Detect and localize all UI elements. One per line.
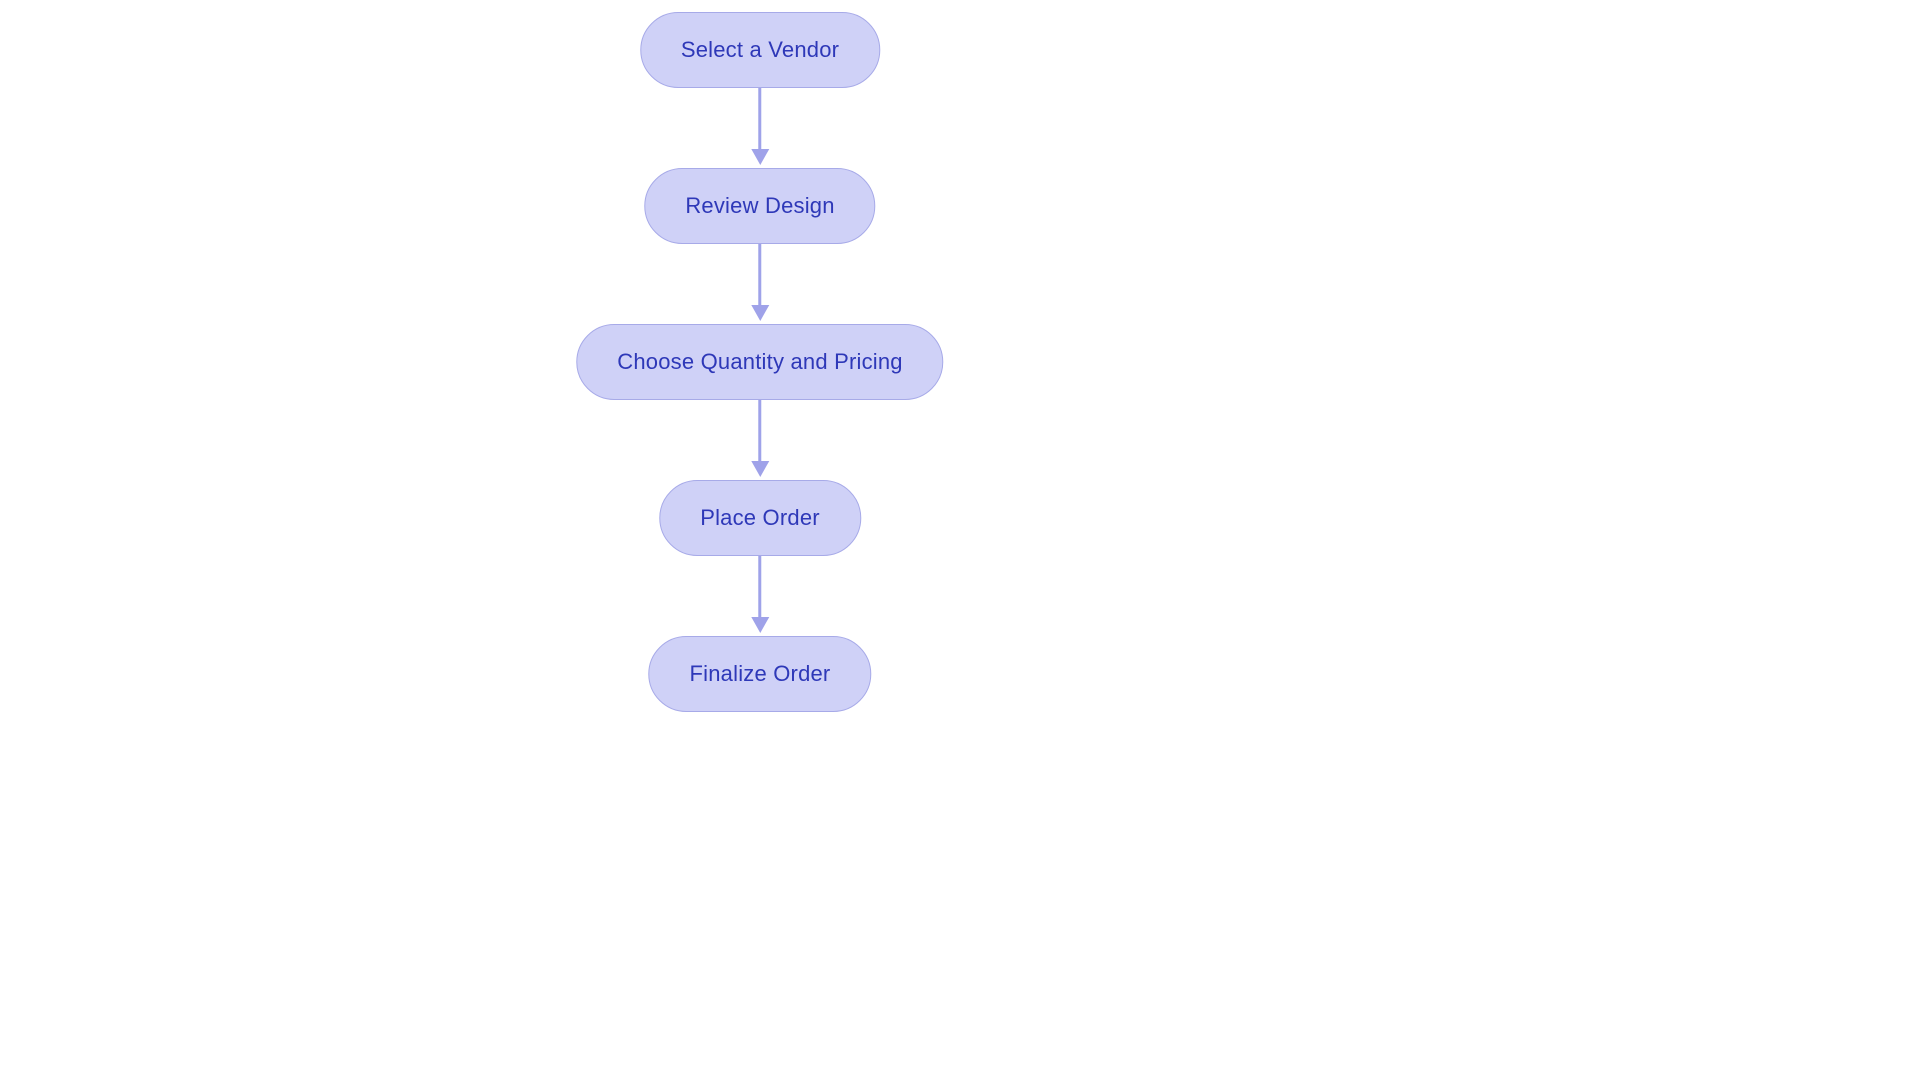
- arrow-line: [759, 88, 762, 150]
- arrow-head-icon: [751, 149, 769, 165]
- arrow-line: [759, 244, 762, 306]
- node-label: Choose Quantity and Pricing: [617, 349, 902, 374]
- node-label: Review Design: [685, 193, 834, 218]
- node-place-order: Place Order: [659, 480, 861, 556]
- arrow-line: [759, 400, 762, 462]
- flowchart-container: Select a Vendor Review Design Choose Qua…: [576, 12, 943, 712]
- node-select-vendor: Select a Vendor: [640, 12, 880, 88]
- arrow-head-icon: [751, 305, 769, 321]
- arrow-head-icon: [751, 617, 769, 633]
- arrow-connector: [751, 244, 769, 324]
- node-finalize-order: Finalize Order: [649, 636, 872, 712]
- node-choose-quantity-pricing: Choose Quantity and Pricing: [576, 324, 943, 400]
- node-label: Select a Vendor: [681, 37, 839, 62]
- node-label: Place Order: [700, 505, 820, 530]
- arrow-head-icon: [751, 461, 769, 477]
- arrow-connector: [751, 556, 769, 636]
- node-review-design: Review Design: [644, 168, 875, 244]
- arrow-connector: [751, 88, 769, 168]
- arrow-line: [759, 556, 762, 618]
- arrow-connector: [751, 400, 769, 480]
- node-label: Finalize Order: [690, 661, 831, 686]
